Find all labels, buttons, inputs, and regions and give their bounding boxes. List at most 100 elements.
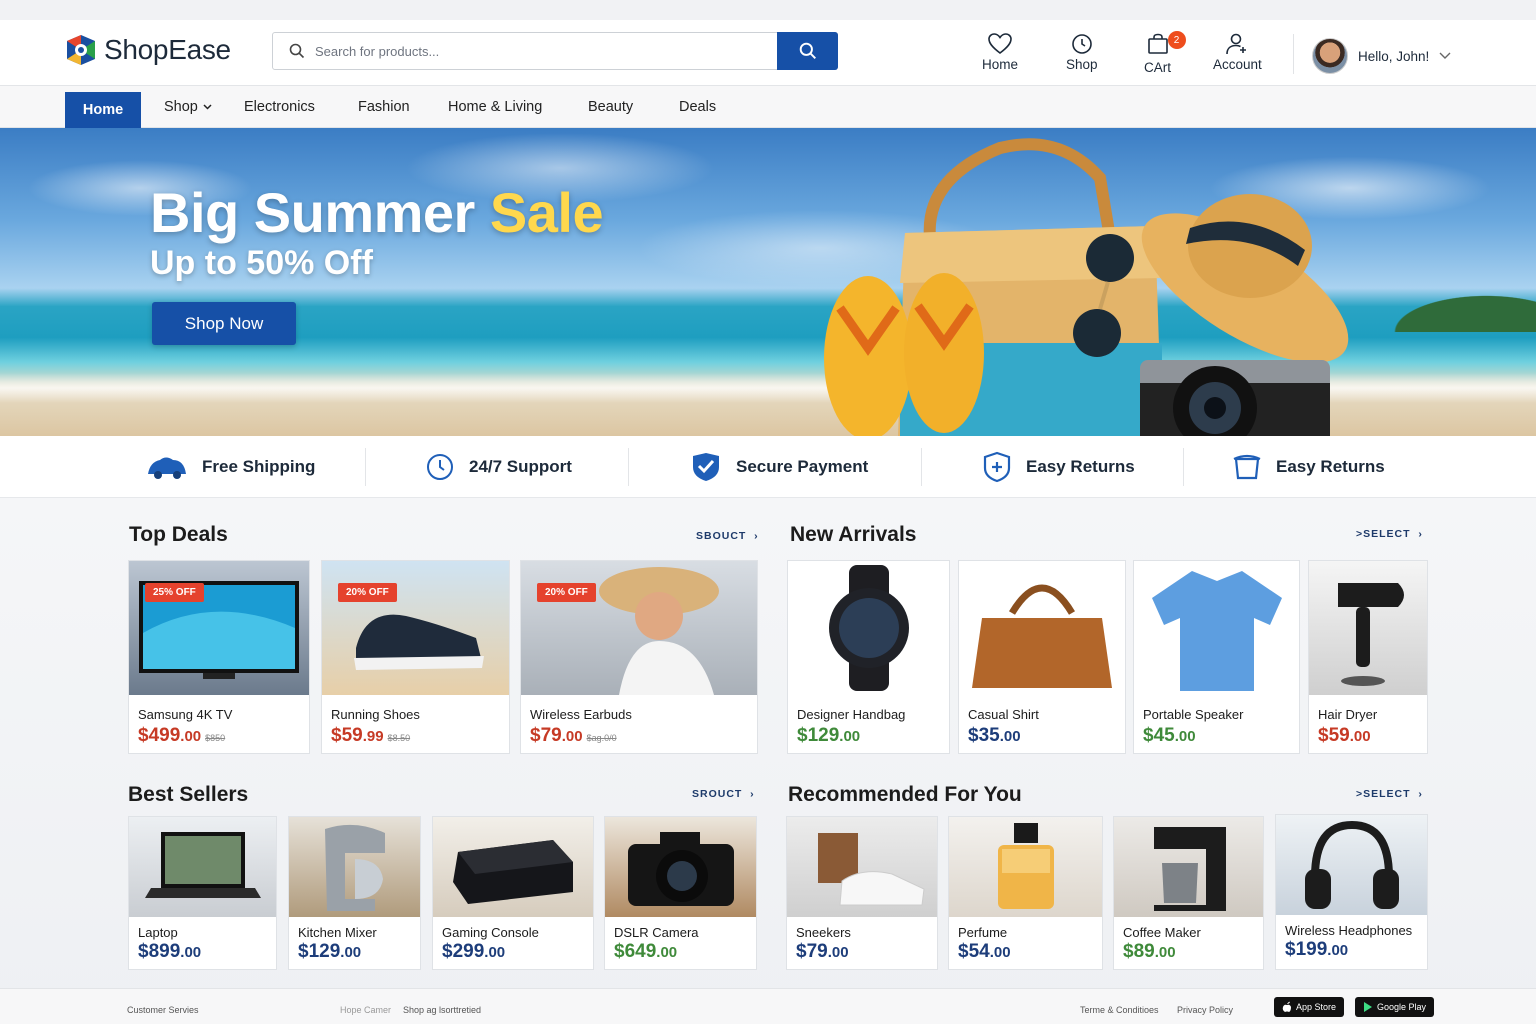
best-sellers-link[interactable]: SROUCT ›: [692, 788, 755, 800]
footer-link-terms[interactable]: Terme & Conditioes: [1080, 1005, 1159, 1015]
search-icon: [799, 42, 816, 59]
app-store-button[interactable]: App Store: [1274, 997, 1345, 1017]
header-nav-home[interactable]: Home: [982, 33, 1018, 72]
footer-link-privacy[interactable]: Privacy Policy: [1177, 1005, 1233, 1015]
nav-shop[interactable]: Shop: [146, 86, 230, 128]
product-card-coffee-maker[interactable]: Coffee Maker $89.00: [1113, 816, 1264, 970]
search-input[interactable]: [315, 33, 775, 69]
logo[interactable]: ShopEase: [64, 33, 231, 67]
new-arrivals-title: New Arrivals: [790, 523, 917, 546]
footer-link-hope-camer[interactable]: Hope Camer: [340, 1005, 391, 1015]
product-name: Gaming Console: [442, 925, 539, 940]
price-whole: $79: [796, 941, 828, 962]
feature-divider: [628, 448, 629, 486]
price-cents: .00: [180, 728, 202, 745]
perfume-image: [997, 823, 1054, 909]
product-image: [1309, 561, 1427, 695]
price-whole: $54: [958, 941, 990, 962]
price-whole: $499: [138, 725, 181, 746]
product-name: Laptop: [138, 925, 178, 940]
return-box-icon: [1233, 454, 1261, 480]
apple-icon: [1282, 1001, 1291, 1012]
feature-label: Easy Returns: [1276, 457, 1385, 476]
feature-label: Secure Payment: [736, 457, 869, 476]
user-greeting: Hello, John!: [1358, 48, 1430, 64]
footer-link-customer-service[interactable]: Customer Servies: [127, 1005, 199, 1015]
nav-electronics[interactable]: Electronics: [226, 86, 333, 128]
product-price: $649.00: [614, 941, 677, 963]
footer: Customer Servies Hope Camer Shop ag lsor…: [0, 988, 1536, 1024]
top-deals-link[interactable]: SBOUCT ›: [696, 530, 759, 542]
feature-support: 24/7 Support: [425, 436, 572, 498]
shop-now-button[interactable]: Shop Now: [152, 302, 296, 345]
product-card-laptop[interactable]: Laptop $899.00: [128, 816, 277, 970]
clock-icon: [1071, 34, 1092, 54]
product-card-perfume[interactable]: Perfume $54.00: [948, 816, 1103, 970]
product-name: Running Shoes: [331, 707, 420, 722]
product-card-dslr-camera[interactable]: DSLR Camera $649.00: [604, 816, 757, 970]
price-whole: $899: [138, 941, 181, 962]
price-cents: .00: [1154, 944, 1176, 961]
price-whole: $79: [530, 725, 562, 746]
nav-deals[interactable]: Deals: [661, 86, 734, 128]
footer-link-shop[interactable]: Shop ag lsorttretied: [403, 1005, 481, 1015]
product-name: Coffee Maker: [1123, 925, 1201, 940]
price-cents: .00: [1174, 728, 1196, 745]
app-store-label: App Store: [1296, 1002, 1337, 1012]
cart-badge: 2: [1167, 31, 1186, 49]
best-sellers-title: Best Sellers: [128, 783, 249, 806]
feature-label: 24/7 Support: [469, 457, 572, 476]
product-card-gaming-console[interactable]: Gaming Console $299.00: [432, 816, 594, 970]
top-deals-title: Top Deals: [129, 523, 228, 546]
header-nav-cart[interactable]: 2 CArt: [1144, 31, 1186, 75]
recommended-link[interactable]: >SELECT ›: [1356, 788, 1423, 800]
nav-home-living[interactable]: Home & Living: [430, 86, 560, 128]
product-name: Wireless Earbuds: [530, 707, 632, 722]
search-button[interactable]: [777, 32, 838, 70]
product-price: $45.00: [1143, 725, 1196, 747]
product-card-portable-speaker[interactable]: Portable Speaker $45.00: [1133, 560, 1300, 754]
nav-fashion[interactable]: Fashion: [340, 86, 428, 128]
price-cents: .00: [561, 728, 583, 745]
feature-divider: [1183, 448, 1184, 486]
google-play-button[interactable]: Google Play: [1355, 997, 1435, 1017]
chevron-down-icon: [203, 104, 212, 110]
header: ShopEase Home Shop 2 CArt Account Hello,…: [0, 20, 1536, 86]
product-image: [129, 561, 309, 695]
nav-beauty[interactable]: Beauty: [570, 86, 651, 128]
hero-banner: Big Summer Sale Up to 50% Off Shop Now: [0, 128, 1536, 436]
product-card-wireless-headphones[interactable]: Wireless Headphones $199.00: [1275, 814, 1428, 970]
product-price: $59.00: [1318, 725, 1371, 747]
price-cents: .00: [656, 944, 678, 961]
product-name: DSLR Camera: [614, 925, 699, 940]
search-icon: [289, 43, 305, 59]
user-menu[interactable]: Hello, John!: [1312, 38, 1451, 74]
logo-text: ShopEase: [104, 34, 231, 65]
header-nav-account[interactable]: Account: [1213, 33, 1262, 72]
product-name: Casual Shirt: [968, 707, 1039, 722]
price-cents: .00: [999, 728, 1021, 745]
product-price: $129.00: [298, 941, 361, 963]
price-cents: .99: [362, 728, 384, 745]
product-card-casual-shirt[interactable]: Casual Shirt $35.00: [958, 560, 1126, 754]
price-cents: .00: [340, 944, 362, 961]
header-divider: [1293, 34, 1294, 74]
header-nav-shop[interactable]: Shop: [1066, 33, 1098, 72]
new-arrivals-link[interactable]: >SELECT ›: [1356, 528, 1423, 540]
feature-easy-returns-2: Easy Returns: [1232, 436, 1385, 498]
nav-home[interactable]: Home: [65, 92, 141, 128]
product-card-sneakers[interactable]: Sneekers $79.00: [786, 816, 938, 970]
product-image: [322, 561, 509, 695]
product-card-wireless-earbuds[interactable]: 20% OFF Wireless Earbuds $79.00 $ag.0/0: [520, 560, 758, 754]
product-image: [788, 561, 949, 695]
product-card-hair-dryer[interactable]: Hair Dryer $59.00: [1308, 560, 1428, 754]
product-card-designer-handbag[interactable]: Designer Handbag $129.00: [787, 560, 950, 754]
product-card-kitchen-mixer[interactable]: Kitchen Mixer $129.00: [288, 816, 421, 970]
product-card-running-shoes[interactable]: 20% OFF Running Shoes $59.99 $8.50: [321, 560, 510, 754]
laptop-image: [144, 832, 261, 898]
product-card-samsung-tv[interactable]: 25% OFF Samsung 4K TV $499.00 $850: [128, 560, 310, 754]
product-name: Kitchen Mixer: [298, 925, 377, 940]
product-image: [787, 817, 937, 917]
product-price: $79.00 $ag.0/0: [530, 725, 617, 747]
coffee-maker-image: [1153, 827, 1226, 911]
